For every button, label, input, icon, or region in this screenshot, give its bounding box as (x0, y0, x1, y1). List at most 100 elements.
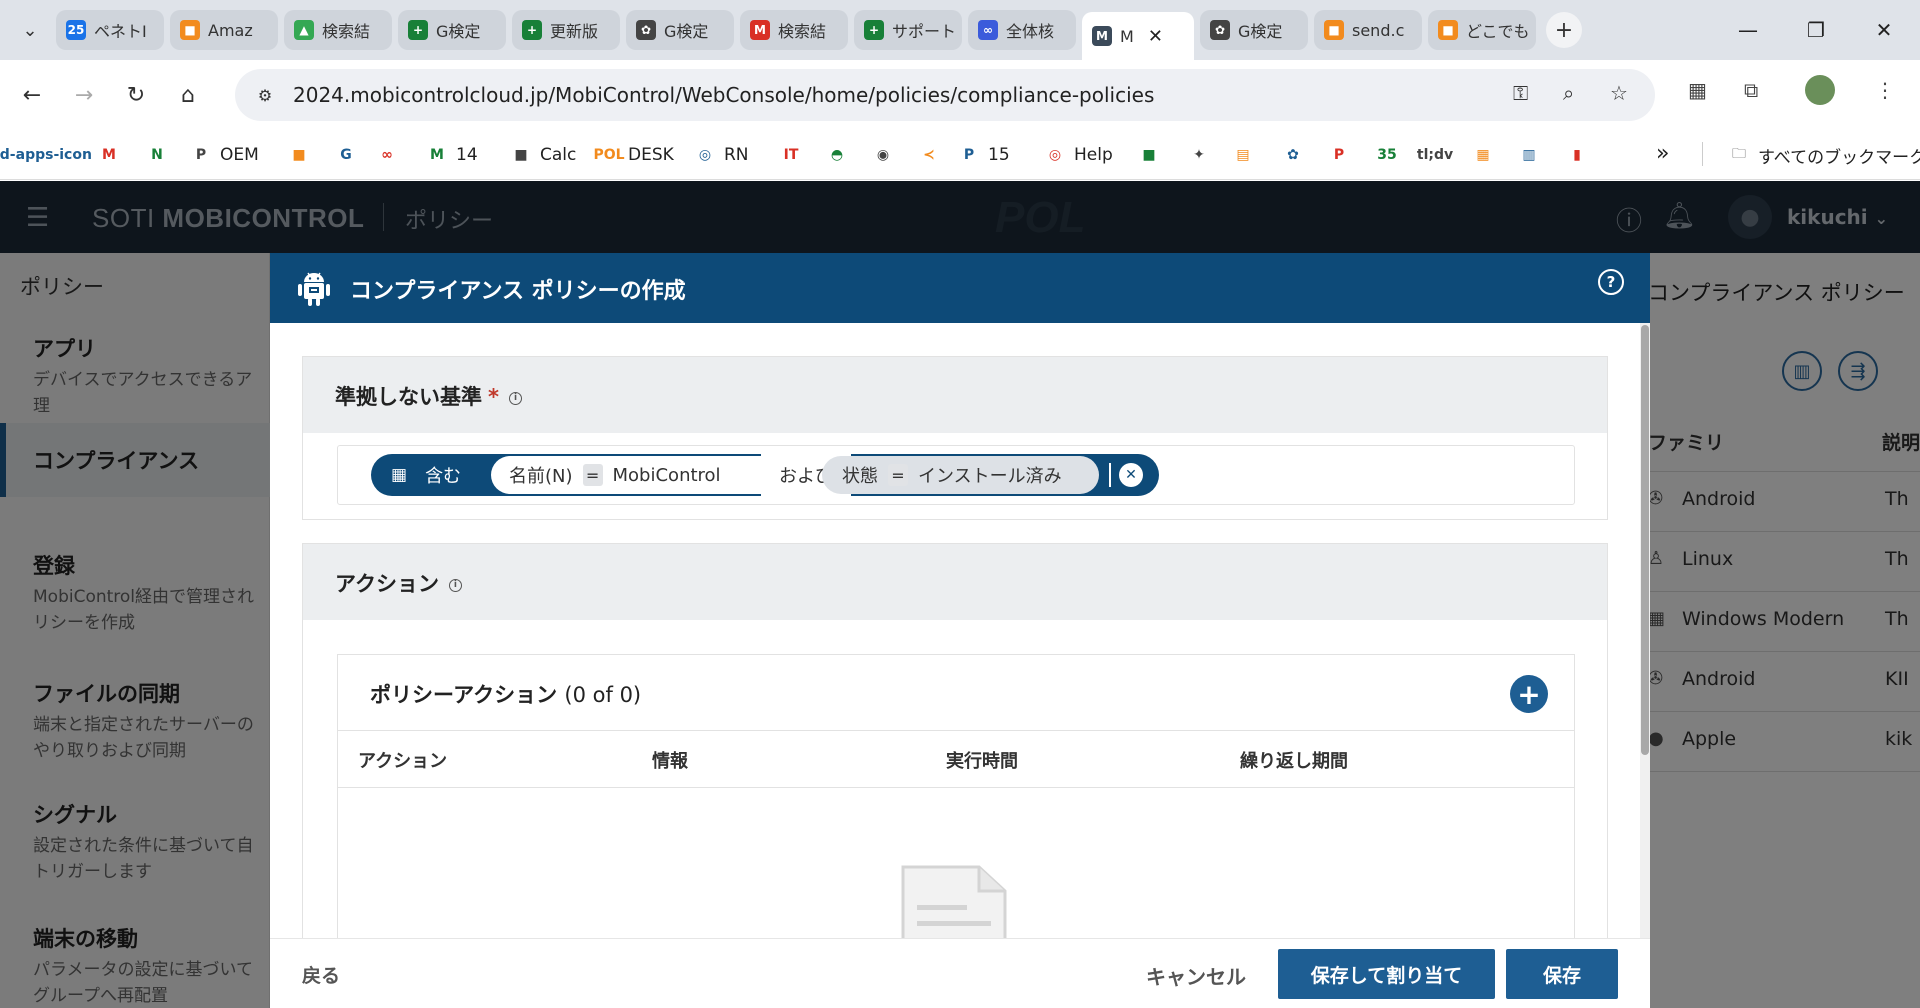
bookmark-item[interactable]: ◓ (826, 142, 856, 168)
add-action-button[interactable]: + (1510, 675, 1548, 713)
bookmark-item[interactable]: G (335, 142, 365, 168)
window-close-icon[interactable]: ✕ (1856, 0, 1912, 60)
bookmark-item[interactable]: N (146, 142, 176, 168)
bookmark-item[interactable]: ▦ (1472, 142, 1502, 168)
required-mark: * (488, 385, 499, 409)
browser-menu-icon[interactable]: ⋮ (1875, 78, 1895, 102)
info-icon[interactable]: i (508, 391, 522, 405)
bookmark-item[interactable]: ◎ Help (1044, 142, 1113, 168)
bookmark-item[interactable]: 35 (1376, 142, 1406, 168)
policy-actions-title: ポリシーアクション (0 of 0) (370, 679, 641, 709)
save-and-assign-button[interactable]: 保存して割り当て (1278, 949, 1495, 999)
bookmark-item[interactable]: grid-apps-icon (0, 142, 92, 168)
contains-operator[interactable]: 含む (425, 462, 461, 488)
col-action[interactable]: アクション (358, 747, 447, 773)
tab-label: 全体核 (1006, 22, 1055, 41)
bookmark-item[interactable]: ■ Calc (510, 142, 576, 168)
bookmark-item[interactable]: M (98, 142, 128, 168)
clear-filter-icon[interactable]: ✕ (1119, 463, 1143, 487)
browser-tab[interactable]: + G検定 (398, 10, 506, 50)
tab-close-icon[interactable]: ✕ (1148, 26, 1163, 47)
criteria-title: 準拠しない基準 * i (335, 381, 522, 411)
tab-search-chevron-icon[interactable]: ⌄ (10, 10, 50, 50)
modal-scrollbar[interactable] (1640, 323, 1650, 1008)
folder-icon: 🗀 (1732, 146, 1746, 162)
bookmark-item[interactable]: P (1328, 142, 1358, 168)
bookmark-item[interactable]: ∞ (376, 142, 406, 168)
bookmark-item[interactable]: ≺ (918, 142, 948, 168)
bookmark-label: DESK (628, 145, 674, 165)
browser-tabstrip: ⌄ 25 ペネトI ■ Amaz ▲ 検索結 + G検定 + 更新版 ✿ G検定 M 検索結 + サポート ∞ 全… (0, 0, 1920, 60)
browser-tab[interactable]: M 検索結 (740, 10, 848, 50)
bookmark-item[interactable]: M 14 (426, 142, 478, 168)
col-execution-time[interactable]: 実行時間 (946, 747, 1018, 773)
bookmark-label: Calc (540, 145, 577, 165)
password-key-icon[interactable]: ⚿ (1513, 81, 1528, 105)
browser-tab[interactable]: + 更新版 (512, 10, 620, 50)
save-button[interactable]: 保存 (1506, 949, 1618, 999)
info-icon[interactable]: i (448, 578, 462, 592)
browser-tab[interactable]: ■ Amaz (170, 10, 278, 50)
bookmark-item[interactable]: ■ (1138, 142, 1168, 168)
all-bookmarks-folder[interactable]: 🗀 すべてのブックマーク (1728, 142, 1920, 168)
new-tab-button[interactable]: + (1546, 12, 1582, 48)
tab-list: 25 ペネトI ■ Amaz ▲ 検索結 + G検定 + 更新版 ✿ G検定 M 検索結 + サポート ∞ 全体核… (50, 0, 1536, 60)
bookmark-item[interactable]: ▥ (1518, 142, 1548, 168)
profile-avatar[interactable] (1805, 75, 1835, 105)
bookmark-item[interactable]: ✦ (1188, 142, 1218, 168)
restore-icon[interactable]: ❐ (1788, 0, 1844, 60)
bookmark-item[interactable]: ▤ (1232, 142, 1262, 168)
bookmark-favicon-icon: 35 (1377, 147, 1397, 163)
minimize-icon[interactable]: — (1720, 0, 1776, 60)
extension-calendar-icon[interactable]: ▦ (1688, 78, 1707, 102)
forward-icon[interactable]: → (64, 75, 104, 115)
equals-icon: = (582, 464, 603, 486)
bookmark-favicon-icon: ◓ (830, 147, 844, 163)
zoom-icon[interactable]: ⌕ (1563, 81, 1574, 105)
bookmark-label: Help (1074, 145, 1113, 165)
browser-tab[interactable]: M M ✕ (1082, 12, 1194, 60)
browser-tab[interactable]: ✿ G検定 (1200, 10, 1308, 50)
browser-tab[interactable]: ■ どこでも (1428, 10, 1536, 50)
tab-label: 検索結 (322, 22, 371, 41)
browser-tab[interactable]: 25 ペネトI (56, 10, 164, 50)
browser-tab[interactable]: ✿ G検定 (626, 10, 734, 50)
bookmark-item[interactable]: ✿ (1282, 142, 1312, 168)
bookmark-item[interactable]: ▮ (1566, 142, 1596, 168)
bookmark-item[interactable]: tl;dv (1417, 142, 1454, 168)
modal-help-icon[interactable]: ? (1598, 269, 1624, 295)
site-info-icon[interactable]: ⚙ (247, 77, 283, 113)
filter-chip-status[interactable]: 状態 = インストール済み (822, 456, 1099, 494)
bookmark-item[interactable]: IT (780, 142, 810, 168)
browser-tab[interactable]: + サポート (854, 10, 962, 50)
criteria-filter-box[interactable]: ▦ 含む 名前(N) = MobiControl および 状態 = インストール… (337, 445, 1575, 505)
browser-tab[interactable]: ■ send.c (1314, 10, 1422, 50)
bookmark-favicon-icon: ▥ (1522, 147, 1536, 163)
col-info[interactable]: 情報 (652, 747, 688, 773)
col-repeat-period[interactable]: 繰り返し期間 (1240, 747, 1348, 773)
bookmark-item[interactable]: P 15 (958, 142, 1010, 168)
filter-expression[interactable]: ▦ 含む 名前(N) = MobiControl および 状態 = インストール… (371, 454, 1159, 496)
bookmark-favicon-icon: ▮ (1573, 147, 1581, 163)
bookmarks-overflow-icon[interactable]: » (1656, 140, 1669, 166)
url-text[interactable]: 2024.mobicontrolcloud.jp/MobiControl/Web… (293, 83, 1154, 107)
home-icon[interactable]: ⌂ (168, 75, 208, 115)
browser-tab[interactable]: ∞ 全体核 (968, 10, 1076, 50)
bookmark-star-icon[interactable]: ☆ (1610, 81, 1628, 105)
tab-label: どこでも (1466, 22, 1530, 41)
tab-favicon-icon: + (522, 20, 542, 40)
reload-icon[interactable]: ↻ (116, 75, 156, 115)
back-icon[interactable]: ← (12, 75, 52, 115)
extensions-puzzle-icon[interactable]: ⧉ (1744, 78, 1758, 102)
tab-label: 検索結 (778, 22, 827, 41)
bookmark-item[interactable]: ◎ RN (694, 142, 749, 168)
scrollbar-thumb[interactable] (1641, 325, 1649, 755)
back-button[interactable]: 戻る (302, 961, 340, 988)
browser-tab[interactable]: ▲ 検索結 (284, 10, 392, 50)
bookmark-item[interactable]: ◉ (872, 142, 902, 168)
bookmark-item[interactable]: P OEM (190, 142, 259, 168)
cancel-button[interactable]: キャンセル (1146, 961, 1246, 990)
address-bar[interactable]: ⚙ 2024.mobicontrolcloud.jp/MobiControl/W… (235, 69, 1655, 121)
bookmark-item[interactable]: ■ (288, 142, 318, 168)
bookmark-item[interactable]: POL DESK (593, 142, 674, 168)
